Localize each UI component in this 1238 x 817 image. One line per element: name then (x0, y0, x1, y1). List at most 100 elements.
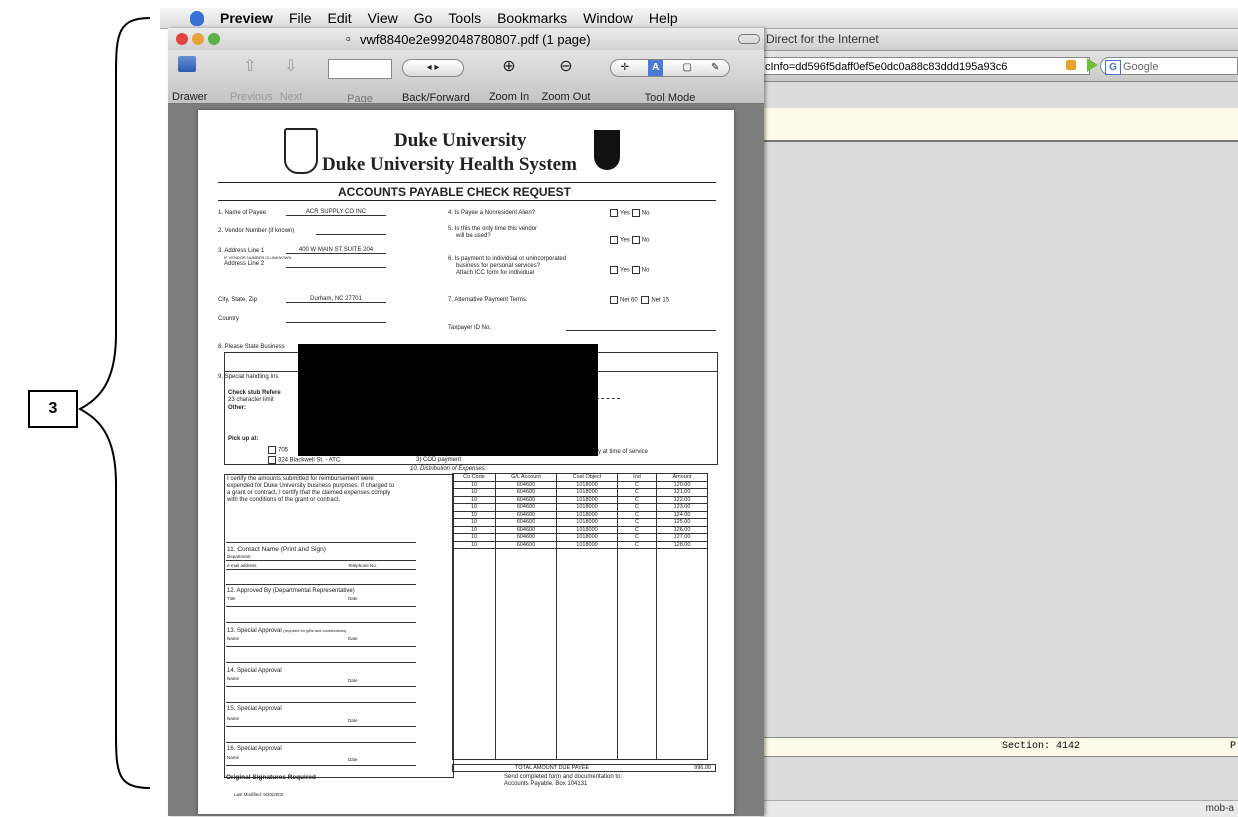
org-name: Duke University (394, 130, 527, 151)
col-header: G/L Account (495, 473, 557, 482)
telephone-label: Telephone No. (348, 563, 378, 568)
text-tool-icon[interactable]: A (648, 60, 664, 76)
total-row: TOTAL AMOUNT DUE PAYEE 996.00 (452, 764, 716, 772)
sa13-name-label: Name (227, 636, 240, 641)
certify-text: I certify the amounts submitted for reim… (227, 476, 395, 503)
back-forward-icon: ◂ ▸ (402, 59, 464, 77)
q4-yes-checkbox[interactable] (610, 209, 618, 217)
address-bar[interactable]: cInfo=dd596f5daff0ef5e0dc0a88c83ddd195a9… (760, 57, 1090, 75)
col-header: Cost Object (556, 473, 618, 482)
zoom-button[interactable] (208, 33, 220, 45)
q6-options: Yes No (608, 266, 649, 274)
tool-mode-label: Tool Mode (644, 92, 696, 104)
menu-tools[interactable]: Tools (448, 10, 481, 26)
send-to-label-1: Send completed form and documentation to… (504, 774, 623, 780)
search-field[interactable]: G Google (1100, 57, 1238, 75)
window-title: vwf8840e2e992048780807.pdf (1 page) (360, 32, 591, 47)
menu-bookmarks[interactable]: Bookmarks (497, 10, 567, 26)
net15-checkbox[interactable] (641, 296, 650, 304)
previous-button[interactable]: ⇧ Previous (230, 56, 273, 103)
country-label: Country (218, 316, 240, 322)
email-label: e-mail address (227, 563, 257, 568)
approved-date-label: Date (348, 596, 358, 601)
q4-no-checkbox[interactable] (631, 209, 640, 217)
menu-file[interactable]: File (289, 10, 312, 26)
google-icon: G (1105, 60, 1121, 75)
form-title: ACCOUNTS PAYABLE CHECK REQUEST (338, 185, 571, 199)
q6-yes-checkbox[interactable] (610, 266, 618, 274)
col-header: Co Code (452, 473, 496, 482)
special-approval-13-label: 13. Special Approval (required for gifts… (227, 628, 347, 634)
q5-label-b: will be used? (456, 233, 491, 239)
menu-edit[interactable]: Edit (328, 10, 352, 26)
special-approval-14-label: 14. Special Approval (227, 668, 282, 674)
q6-no-checkbox[interactable] (631, 266, 640, 274)
curly-brace-annotation (78, 17, 151, 789)
pickup-2-checkbox[interactable] (268, 456, 276, 464)
contact-label: 11. Contact Name (Print and Sign) (227, 546, 326, 553)
city-value: Durham, NC 27701 (286, 296, 386, 303)
minimize-button[interactable] (192, 33, 204, 45)
browser-content (760, 142, 1238, 736)
address1-value: 400 W MAIN ST SUITE 204 (286, 247, 386, 254)
select-tool-icon[interactable]: ▢ (682, 60, 691, 76)
table-row: 10 604600 1018000 C 120.00 (452, 480, 708, 489)
duke-shield-icon (284, 128, 318, 174)
menu-window[interactable]: Window (583, 10, 633, 26)
address1-label: 3. Address Line 1 (218, 248, 265, 254)
menu-go[interactable]: Go (414, 10, 433, 26)
sa15-date-label: Date (348, 718, 358, 723)
col-header: Amount (656, 473, 708, 482)
rss-icon[interactable] (1066, 60, 1076, 70)
table-row: 10 604600 1018000 C 121.00 (452, 488, 708, 497)
back-forward-button[interactable]: ◂ ▸ Back/Forward (402, 59, 470, 104)
close-button[interactable] (176, 33, 188, 45)
q5-no-checkbox[interactable] (631, 236, 640, 244)
menu-preview[interactable]: Preview (220, 10, 273, 26)
pickup-label: Pick up at: (228, 436, 259, 442)
net60-checkbox[interactable] (610, 296, 618, 304)
city-label: City, State, Zip (218, 297, 257, 303)
original-signatures-label: Original Signatures Required (226, 774, 316, 781)
q5-yes-checkbox[interactable] (610, 236, 618, 244)
drawer-button[interactable]: Drawer (172, 56, 208, 103)
next-button[interactable]: ⇩ Next (276, 56, 306, 103)
zoom-in-label: Zoom In (488, 91, 530, 103)
table-row: 10 604600 1018000 C 128.00 (452, 540, 708, 549)
annotate-tool-icon[interactable]: ✎ (711, 60, 719, 76)
duke-health-logo (594, 130, 620, 170)
table-row: 10 604600 1018000 C 123.00 (452, 503, 708, 512)
q6-label-b: business for personal services? (456, 263, 541, 269)
table-row: 10 604600 1018000 C 125.00 (452, 518, 708, 527)
zoom-in-button[interactable]: ⊕ Zoom In (484, 56, 534, 103)
tool-mode-group: ✛ A ▢ ✎ Tool Mode (610, 59, 730, 104)
address-note: IF VENDOR NUMBER IS UNKNOWN (224, 255, 292, 260)
other-label: Other: (228, 405, 246, 411)
special-approval-15-label: 15. Special Approval (227, 706, 282, 712)
payee-value: ACR SUPPLY CO INC (286, 209, 386, 216)
go-arrow-icon[interactable] (1087, 58, 1098, 72)
menu-help[interactable]: Help (649, 10, 678, 26)
apple-icon[interactable] (190, 10, 204, 26)
preview-toolbar: Drawer ⇧ Previous ⇩ Next Page ◂ ▸ Back/F… (168, 50, 764, 105)
sa16-date-label: Date (348, 757, 358, 762)
toolbar-toggle-button[interactable] (738, 34, 760, 44)
distribution-label: 10. Distribution of Expenses: (410, 466, 487, 472)
browser-title: Direct for the Internet (766, 32, 879, 46)
table-row: 10 604600 1018000 C 127.00 (452, 533, 708, 542)
zoom-out-icon: ⊖ (559, 58, 573, 75)
cod-label: 3) COD payment (416, 457, 462, 463)
move-tool-icon[interactable]: ✛ (621, 60, 629, 76)
bottom-label: mob-a (1205, 803, 1234, 814)
page-number-input[interactable] (328, 59, 392, 79)
pickup-option-1: 705 (266, 446, 288, 454)
pickup-1-checkbox[interactable] (268, 446, 276, 454)
sa13-date-label: Date (348, 636, 358, 641)
drawer-label: Drawer (172, 91, 208, 103)
taxpayer-label: Taxpayer ID No. (448, 325, 492, 331)
table-row: 10 604600 1018000 C 124.00 (452, 510, 708, 519)
menu-view[interactable]: View (368, 10, 398, 26)
q7-label: 7. Alternative Payment Terms: (448, 297, 528, 303)
zoom-out-button[interactable]: ⊖ Zoom Out (538, 56, 594, 103)
page-field-group: Page (328, 59, 392, 105)
